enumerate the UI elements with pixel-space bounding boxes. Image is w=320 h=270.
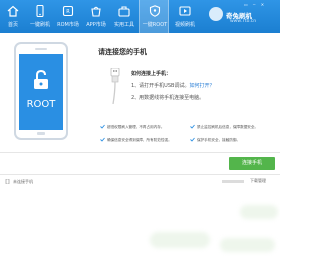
feature-text: 超低权限刷入管理，不再占用内存。 [107,125,165,129]
toolbar-root-label: 一键ROOT [142,22,168,28]
top-toolbar: 首页 一键刷机 R ROM市场 APP市场 实用工具 一键ROOT 视频刷机 奇… [0,0,280,33]
phone-illustration: ROOT [14,42,68,140]
feature-item: 确保信息安全得到保障，所有防范性强。 [100,137,172,143]
connect-instructions: 如何连接上手机： 1、请打开手机USB调试。如何打开？ 2、用数据线将手机连接至… [131,70,271,101]
divider [0,152,280,153]
svg-text:R: R [66,9,70,15]
feature-item: 保护手机安全，接触防御。 [190,137,240,143]
check-icon [190,124,195,129]
toolbar-tools[interactable]: 实用工具 [111,0,137,33]
video-icon [179,6,191,16]
usb-cable-icon [110,68,120,104]
feature-item: 超低权限刷入管理，不再占用内存。 [100,124,165,130]
rom-market-icon: R [62,5,74,17]
feature-text: 保护手机安全，接触防御。 [197,138,241,142]
check-icon [190,137,195,142]
toolbar-app-market[interactable]: APP市场 [83,0,109,33]
brand-url: www.7to.cn [230,19,257,24]
feature-text: 禁止监控刷机后信息，保障数据安全。 [197,125,259,129]
feature-item: 禁止监控刷机后信息，保障数据安全。 [190,124,258,130]
toolbar-video-label: 视频刷机 [174,22,195,28]
phone-speaker [35,48,47,50]
check-icon [100,124,105,129]
phone-status-icon [5,179,10,184]
brand-area: 奇兔刷机 www.7to.cn ▭ ─ ✕ [207,0,280,33]
howto-step-1-text: 1、请打开手机USB调试。 [131,83,190,89]
toolbar-root[interactable]: 一键ROOT [139,0,169,33]
howto-step-2: 2、用数据线将手机连接至电脑。 [131,95,205,101]
phone-home-button [37,132,45,135]
app-market-icon [91,6,101,17]
root-icon [149,5,161,17]
connect-phone-button[interactable]: 连接手机 [229,157,275,170]
window-controls[interactable]: ▭ ─ ✕ [244,2,266,7]
toolbar-home[interactable]: 首页 [0,0,26,33]
toolbar-video[interactable]: 视频刷机 [172,0,198,33]
connection-status: 未连接手机 [13,179,33,184]
phone-root-text: ROOT [26,99,56,110]
toolbar-flash[interactable]: 一键刷机 [27,0,53,33]
status-bar: 未连接手机 下载管理 [0,177,280,187]
progress-track [222,180,244,183]
page-title: 请连接您的手机 [98,48,147,56]
flash-icon [36,5,44,17]
howto-help-link[interactable]: 如何打开？ [189,83,214,89]
home-icon [7,5,19,17]
toolbar-tools-label: 实用工具 [113,22,134,28]
blurred-content [150,232,210,248]
toolbox-icon [118,6,130,17]
check-icon [100,137,105,142]
app-window: 首页 一键刷机 R ROM市场 APP市场 实用工具 一键ROOT 视频刷机 奇… [0,0,280,270]
unlock-icon [34,70,48,89]
bottom-panel [0,190,280,270]
avatar[interactable] [209,7,223,21]
howto-title: 如何连接上手机： [131,71,172,77]
divider [0,174,280,175]
feature-text: 确保信息安全得到保障，所有防范性强。 [107,138,172,142]
download-manager-link[interactable]: 下载管理 [250,178,266,184]
howto-step-1: 1、请打开手机USB调试。如何打开？ [131,82,271,89]
phone-screen: ROOT [19,54,63,130]
blurred-content [240,205,278,219]
toolbar-rom-market[interactable]: R ROM市场 [55,0,81,33]
blurred-content [220,238,275,252]
